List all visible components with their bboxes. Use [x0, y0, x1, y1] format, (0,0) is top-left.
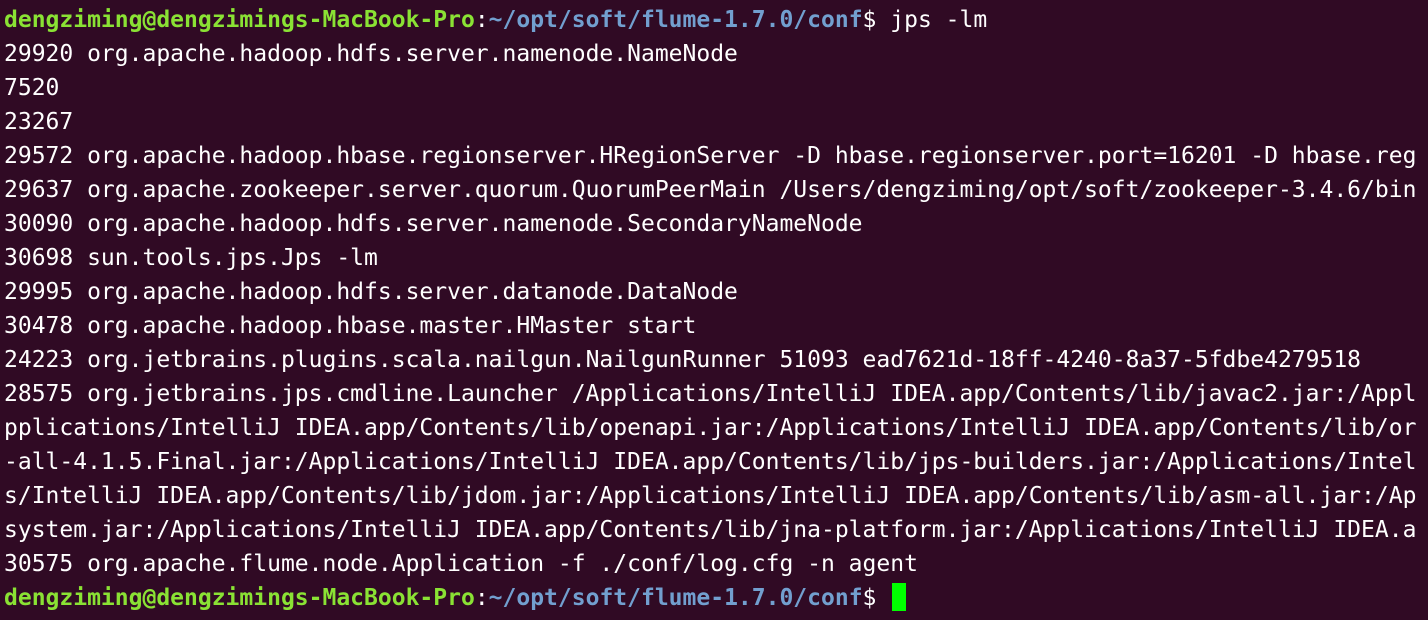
prompt-separator: :	[474, 585, 489, 611]
command-line: dengziming@dengzimings-MacBook-Pro:~/opt…	[4, 3, 1428, 37]
prompt-user-host: dengziming@dengzimings-MacBook-Pro	[4, 7, 475, 33]
output-line: 28575 org.jetbrains.jps.cmdline.Launcher…	[4, 381, 1417, 407]
active-prompt-line[interactable]: dengziming@dengzimings-MacBook-Pro:~/opt…	[4, 581, 1428, 615]
output-line: 29920 org.apache.hadoop.hdfs.server.name…	[4, 41, 738, 67]
prompt-symbol: $	[862, 7, 891, 33]
output-line: 24223 org.jetbrains.plugins.scala.nailgu…	[4, 347, 1362, 373]
prompt-symbol: $	[862, 585, 891, 611]
output-line: 30698 sun.tools.jps.Jps -lm	[4, 245, 378, 271]
output-line: 30478 org.apache.hadoop.hbase.master.HMa…	[4, 313, 697, 339]
output-line: 29995 org.apache.hadoop.hdfs.server.data…	[4, 279, 738, 305]
output-line: 29572 org.apache.hadoop.hbase.regionserv…	[4, 143, 1417, 169]
prompt-path: ~/opt/soft/flume-1.7.0/conf	[488, 585, 863, 611]
text-cursor[interactable]	[892, 583, 907, 611]
output-line: 30575 org.apache.flume.node.Application …	[4, 551, 918, 577]
prompt-path: ~/opt/soft/flume-1.7.0/conf	[488, 7, 863, 33]
prompt-separator: :	[474, 7, 489, 33]
terminal-window[interactable]: dengziming@dengzimings-MacBook-Pro:~/opt…	[0, 0, 1428, 620]
output-line: 23267	[4, 109, 74, 135]
prompt-user-host: dengziming@dengzimings-MacBook-Pro	[4, 585, 475, 611]
output-line: 7520	[4, 75, 60, 101]
output-line: 30090 org.apache.hadoop.hdfs.server.name…	[4, 211, 863, 237]
output-line: -all-4.1.5.Final.jar:/Applications/Intel…	[4, 449, 1417, 475]
output-line: s/IntelliJ IDEA.app/Contents/lib/jdom.ja…	[4, 483, 1417, 509]
command-text: jps -lm	[890, 7, 988, 33]
output-line: pplications/IntelliJ IDEA.app/Contents/l…	[4, 415, 1417, 441]
output-line: 29637 org.apache.zookeeper.server.quorum…	[4, 177, 1417, 203]
output-line: system.jar:/Applications/IntelliJ IDEA.a…	[4, 517, 1417, 543]
